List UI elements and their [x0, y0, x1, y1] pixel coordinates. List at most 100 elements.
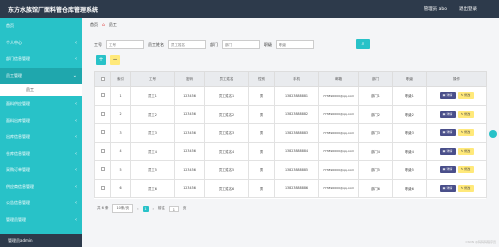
- search-icon: ⌕: [361, 41, 365, 47]
- cell-employee-name: 员工姓名5: [204, 160, 249, 180]
- edit-button[interactable]: ✎ 修改: [457, 184, 474, 192]
- detail-button[interactable]: ▣ 详情: [439, 184, 456, 192]
- cell-index: 5: [110, 160, 131, 180]
- checkbox-cell[interactable]: [94, 178, 111, 198]
- header-checkbox[interactable]: [94, 71, 111, 87]
- cell-password: 123456: [174, 123, 205, 143]
- breadcrumb-current: 员工: [108, 22, 117, 27]
- cell-employee-name: 员工姓名2: [204, 104, 249, 124]
- checkbox-cell[interactable]: [94, 123, 111, 143]
- add-button[interactable]: +: [96, 55, 106, 65]
- sidebar-item-notice[interactable]: 公告信息管理 ‹: [0, 195, 82, 212]
- delete-button[interactable]: −: [110, 55, 120, 65]
- logout-link[interactable]: 退出登录: [459, 6, 477, 12]
- sidebar-item-department[interactable]: 部门信息管理 ‹: [0, 51, 82, 68]
- checkbox-cell[interactable]: [94, 104, 111, 124]
- department-input[interactable]: [222, 40, 260, 49]
- chevron-left-icon: ‹: [75, 56, 77, 62]
- sidebar-item-profile[interactable]: 个人中心 ‹: [0, 35, 82, 52]
- cell-index: 4: [110, 141, 131, 161]
- cell-actions: ▣ 详情 ✎ 修改: [426, 141, 487, 161]
- edit-button[interactable]: ✎ 修改: [457, 129, 474, 137]
- filter-label-rank: 职级: [264, 41, 272, 47]
- cell-password: 123456: [174, 178, 205, 198]
- chevron-left-icon: ‹: [75, 134, 77, 140]
- cell-rank: 职级3: [392, 123, 427, 143]
- chevron-left-icon: ‹: [75, 216, 77, 223]
- cell-index: 1: [110, 86, 131, 106]
- cell-employee-id: 员工3: [130, 123, 175, 143]
- checkbox[interactable]: [100, 130, 105, 135]
- column-header: 操作: [426, 71, 487, 87]
- search-button[interactable]: ⌕: [356, 39, 370, 49]
- edit-button[interactable]: ✎ 修改: [457, 92, 474, 100]
- cell-actions: ▣ 详情 ✎ 修改: [426, 178, 487, 198]
- next-page-button[interactable]: ›: [153, 207, 154, 211]
- sidebar-item-outbound-info[interactable]: 出库信息管理 ‹: [0, 129, 82, 146]
- sidebar-item-supplier[interactable]: 供应商信息管理 ‹: [0, 179, 82, 196]
- cell-department: 部门1: [358, 86, 393, 106]
- checkbox[interactable]: [100, 93, 105, 98]
- cell-actions: ▣ 详情 ✎ 修改: [426, 123, 487, 143]
- checkbox-cell[interactable]: [94, 141, 111, 161]
- detail-button[interactable]: ▣ 详情: [439, 129, 456, 137]
- cell-employee-name: 员工姓名3: [204, 123, 249, 143]
- cell-rank: 职级4: [392, 141, 427, 161]
- employee-id-input[interactable]: [106, 40, 144, 49]
- chevron-left-icon: ‹: [75, 167, 77, 173]
- cell-email: 773890000@qq.com: [318, 123, 359, 143]
- edit-button[interactable]: ✎ 修改: [457, 166, 474, 174]
- rank-input[interactable]: [276, 40, 314, 49]
- sidebar-item-label: 部门信息管理: [6, 56, 30, 61]
- cell-employee-id: 员工1: [130, 86, 175, 106]
- edit-button[interactable]: ✎ 修改: [457, 110, 474, 118]
- employee-name-input[interactable]: [168, 40, 206, 49]
- table-row: 6 员工6 123456 员工姓名6 男 13823888886 773890000@qq.…: [94, 178, 487, 198]
- column-header: 员工姓名: [204, 71, 249, 87]
- cell-rank: 职级6: [392, 178, 427, 198]
- edit-button[interactable]: ✎ 修改: [457, 147, 474, 155]
- page-number-current[interactable]: 1: [142, 205, 149, 212]
- checkbox[interactable]: [100, 111, 105, 116]
- checkbox-cell[interactable]: [94, 86, 111, 106]
- detail-button[interactable]: ▣ 详情: [439, 166, 456, 174]
- floating-action-button[interactable]: [489, 130, 497, 138]
- cell-employee-id: 员工4: [130, 141, 175, 161]
- checkbox-cell[interactable]: [94, 160, 111, 180]
- detail-button[interactable]: ▣ 详情: [439, 92, 456, 100]
- page-size-select[interactable]: 10条/页: [112, 204, 134, 213]
- checkbox[interactable]: [100, 185, 105, 190]
- sidebar-item-label: 采购订单管理: [6, 167, 30, 172]
- chevron-left-icon: ‹: [75, 39, 77, 46]
- action-bar: + −: [96, 55, 120, 65]
- sidebar-item-label: 供应商信息管理: [6, 183, 34, 189]
- goto-page-input[interactable]: 1: [168, 205, 179, 212]
- sidebar-item-fabric-outbound[interactable]: 面料出库管理 ‹: [0, 113, 82, 130]
- breadcrumb-home[interactable]: 首页: [90, 22, 98, 28]
- cell-email: 773890000@qq.com: [318, 86, 359, 106]
- checkbox[interactable]: [100, 167, 105, 172]
- sidebar-item-purchase[interactable]: 采购订单管理 ‹: [0, 162, 82, 179]
- cell-email: 773890000@qq.com: [318, 104, 359, 124]
- sidebar-item-warehouse[interactable]: 仓库信息管理 ‹: [0, 146, 82, 163]
- detail-button[interactable]: ▣ 详情: [439, 110, 456, 118]
- cell-email: 773890000@qq.com: [318, 141, 359, 161]
- sidebar-subitem-employee[interactable]: 员工: [0, 84, 82, 96]
- sidebar-footer-user: 管理员admin: [0, 234, 82, 247]
- checkbox[interactable]: [100, 76, 105, 81]
- cell-actions: ▣ 详情 ✎ 修改: [426, 160, 487, 180]
- prev-page-button[interactable]: ‹: [137, 207, 138, 211]
- sidebar-item-fabric-supply[interactable]: 面料供应管理 ‹: [0, 96, 82, 113]
- sidebar-item-employee-mgmt[interactable]: 员工管理 ⌄: [0, 67, 82, 84]
- employee-table: 索引 工号 密码 员工姓名 性别 手机 邮箱 部门 职级 操作 1 员工1 1234…: [94, 71, 487, 199]
- sidebar-item-admin[interactable]: 管理员管理 ‹: [0, 212, 82, 229]
- cell-sex: 男: [248, 160, 275, 180]
- page-unit-label: 页: [182, 206, 187, 210]
- chevron-left-icon: ‹: [75, 150, 77, 157]
- detail-button[interactable]: ▣ 详情: [439, 147, 456, 155]
- sidebar-item-label: 员工管理: [6, 72, 22, 78]
- sidebar-item-home[interactable]: 首页: [0, 18, 82, 35]
- total-count: 共 6 条: [97, 206, 109, 210]
- table-row: 3 员工3 123456 员工姓名3 男 13823888883 773890000@qq.…: [94, 123, 487, 143]
- checkbox[interactable]: [100, 148, 105, 153]
